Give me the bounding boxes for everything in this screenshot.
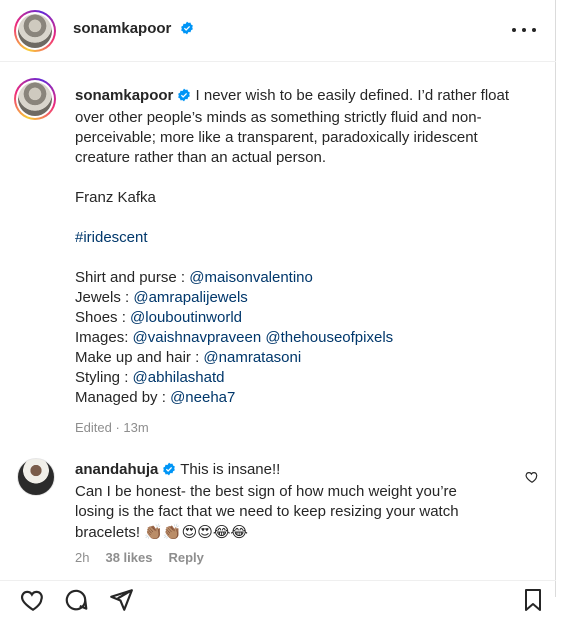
comment-text: Can I be honest- the best sign of how mu… [75, 483, 457, 500]
credit-label: Shirt and purse : [75, 269, 190, 286]
commenter-avatar[interactable] [17, 458, 55, 496]
comment-likes-link[interactable]: 38 likes [105, 550, 152, 565]
credit-label: Jewels : [75, 289, 134, 306]
post-header: sonamkapoor [0, 0, 556, 62]
credit-handle-link[interactable]: @maisonvalentino [189, 269, 313, 286]
credit-handle-link[interactable]: @neeha7 [170, 389, 235, 406]
hashtag-link[interactable]: #iridescent [75, 228, 535, 248]
author-avatar[interactable] [14, 10, 56, 52]
credit-label: Make up and hair : [75, 349, 204, 366]
like-comment-heart-icon[interactable] [525, 470, 539, 489]
credit-handle-link[interactable]: @vaishnavpraveen [133, 329, 262, 346]
credit-handle-link[interactable]: @abhilashatd [133, 369, 225, 386]
credit-label: Shoes : [75, 309, 131, 326]
credit-handle-link[interactable]: @amrapalijewels [133, 289, 247, 306]
share-icon[interactable] [108, 587, 134, 618]
comment-text: bracelets! [75, 524, 141, 541]
caption-username[interactable]: sonamkapoor [75, 87, 173, 104]
post-action-bar [0, 580, 556, 612]
caption-line: perceivable; more like a transparent, pa… [75, 129, 478, 146]
caption-edited-timestamp: Edited · 13m [75, 420, 149, 435]
caption-line: I never wish to be easily defined. I’d r… [195, 87, 510, 104]
verified-badge-icon [162, 462, 176, 482]
comment-emojis: 👏🏽👏🏽😍😍😂😂 [144, 523, 248, 541]
caption-author: Franz Kafka [75, 189, 156, 206]
credit-handle-link[interactable]: @thehouseofpixels [265, 329, 393, 346]
credit-handle-link[interactable]: @namratasoni [203, 349, 301, 366]
credit-label: Images: [75, 329, 133, 346]
caption-line: creature rather than an actual person. [75, 149, 326, 166]
header-username[interactable]: sonamkapoor [73, 20, 171, 37]
credit-label: Styling : [75, 369, 133, 386]
comment-text: This is insane!! [180, 461, 281, 478]
verified-badge-icon [177, 88, 191, 108]
caption-line: over other people’s minds as something s… [75, 109, 482, 126]
verified-badge-icon [180, 21, 194, 40]
credit-handle-link[interactable]: @louboutinworld [130, 309, 242, 326]
post-panel: sonamkapoor sonamkapoor I never wish to … [0, 0, 556, 612]
comment-icon[interactable] [63, 587, 89, 618]
post-caption: sonamkapoor I never wish to be easily de… [75, 86, 535, 438]
save-bookmark-icon[interactable] [521, 587, 545, 618]
caption-avatar[interactable] [14, 78, 56, 120]
more-options-icon[interactable] [512, 20, 536, 40]
comment-meta: 2h 38 likes Reply [75, 550, 204, 565]
comment-time: 2h [75, 550, 90, 565]
reply-link[interactable]: Reply [168, 550, 203, 565]
comment-username[interactable]: anandahuja [75, 461, 158, 478]
comment-text: losing is the fact that we need to keep … [75, 503, 459, 520]
comment: anandahuja This is insane!! Can I be hon… [75, 460, 515, 543]
heart-icon[interactable] [20, 587, 46, 618]
credit-label: Managed by : [75, 389, 171, 406]
